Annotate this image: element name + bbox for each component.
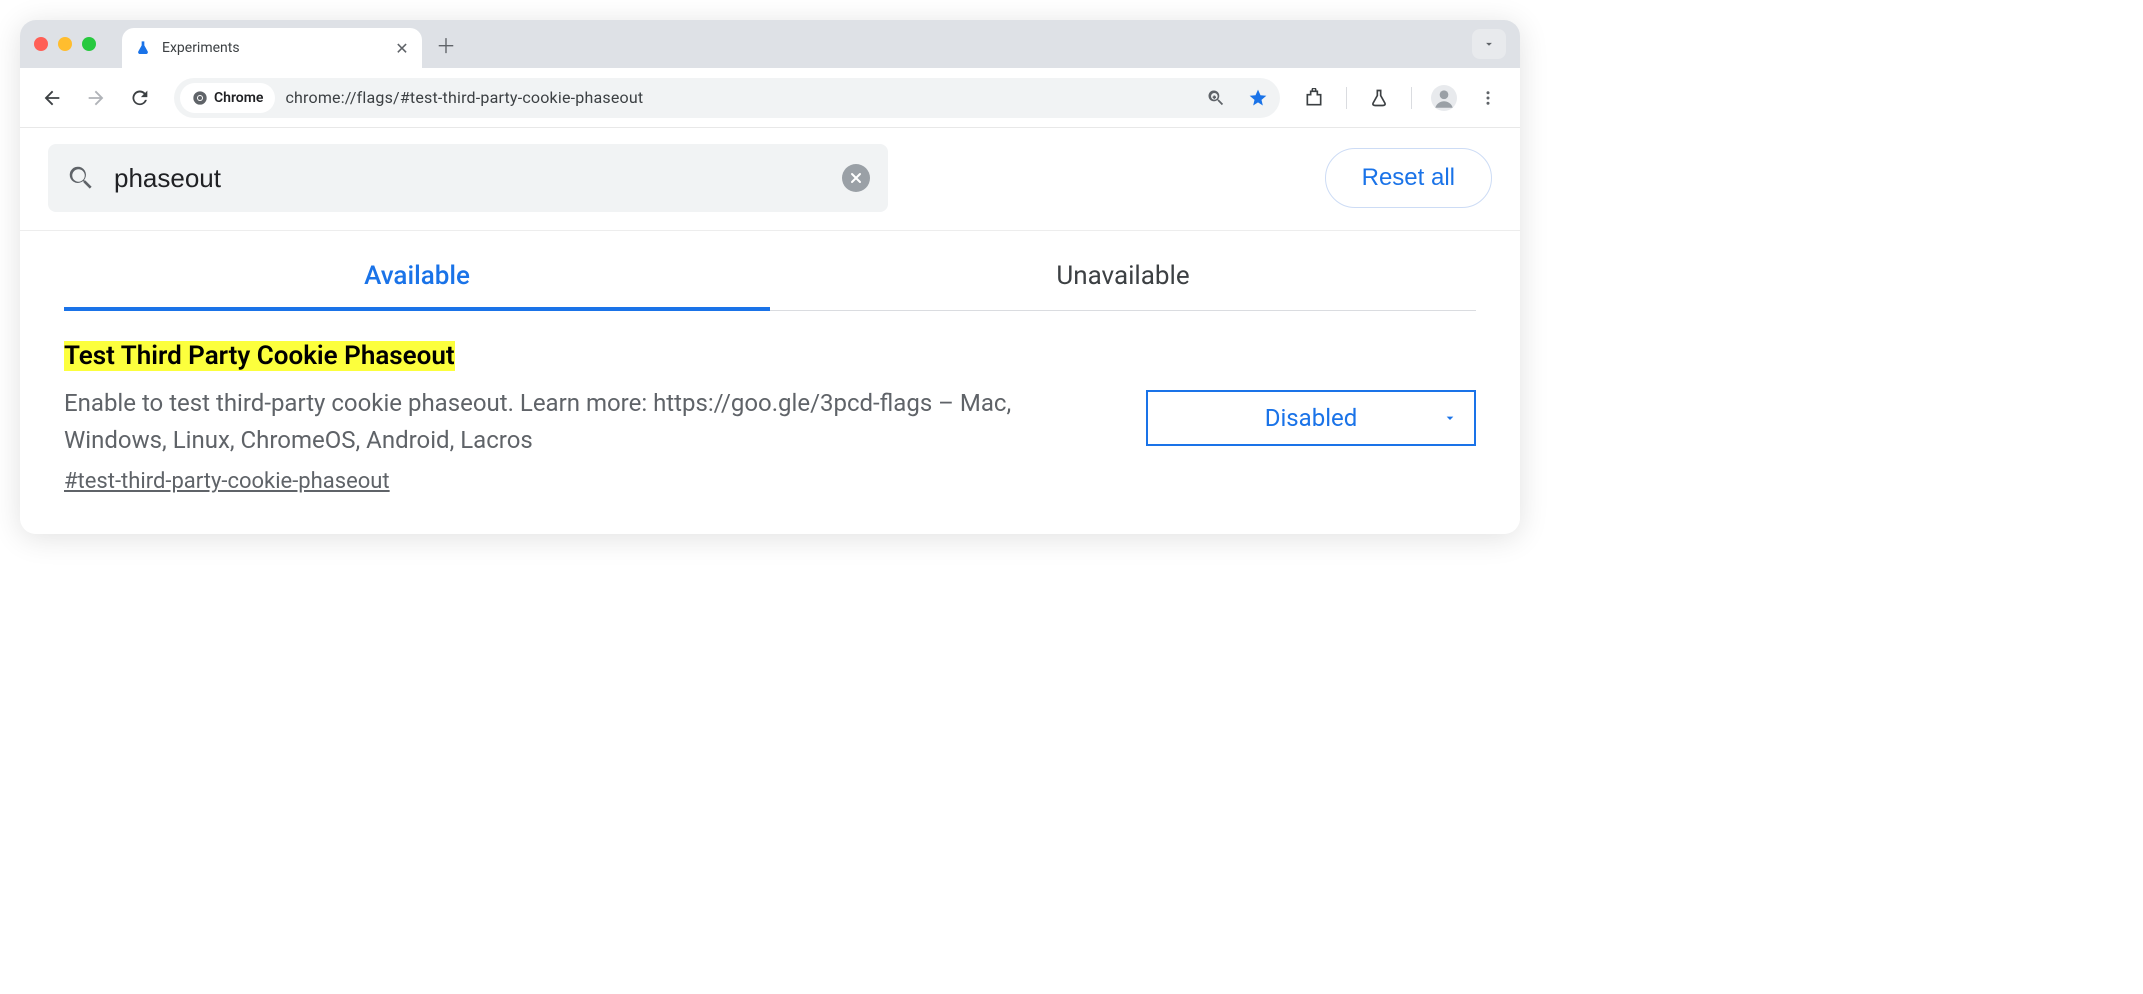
bookmark-button[interactable]	[1242, 82, 1274, 114]
flask-icon	[1369, 88, 1389, 108]
separator	[1411, 87, 1412, 109]
star-icon	[1248, 88, 1268, 108]
page-topbar: Reset all	[20, 128, 1520, 231]
url-text: chrome://flags/#test-third-party-cookie-…	[285, 88, 1190, 107]
separator	[1346, 87, 1347, 109]
tab-search-button[interactable]	[1472, 29, 1506, 59]
titlebar: Experiments ✕ ＋	[20, 20, 1520, 68]
zoom-in-icon	[1206, 88, 1226, 108]
window-controls	[34, 37, 96, 51]
flags-page: Reset all Available Unavailable Test Thi…	[20, 128, 1520, 534]
reset-all-button[interactable]: Reset all	[1325, 148, 1492, 208]
zoom-button[interactable]	[1200, 82, 1232, 114]
flag-state-select[interactable]: Disabled	[1146, 390, 1476, 446]
kebab-icon	[1479, 89, 1497, 107]
clear-search-button[interactable]	[842, 164, 870, 192]
search-box[interactable]	[48, 144, 888, 212]
chevron-down-icon	[1442, 410, 1458, 426]
content-tabs: Available Unavailable	[20, 231, 1520, 311]
flag-permalink[interactable]: #test-third-party-cookie-phaseout	[64, 469, 390, 494]
extensions-button[interactable]	[1296, 80, 1332, 116]
extensions-icon	[1304, 88, 1324, 108]
flag-item: Test Third Party Cookie Phaseout Enable …	[20, 311, 1520, 494]
minimize-window-button[interactable]	[58, 37, 72, 51]
maximize-window-button[interactable]	[82, 37, 96, 51]
profile-button[interactable]	[1426, 80, 1462, 116]
close-window-button[interactable]	[34, 37, 48, 51]
site-chip[interactable]: Chrome	[180, 83, 275, 113]
address-bar[interactable]: Chrome chrome://flags/#test-third-party-…	[174, 78, 1280, 118]
close-tab-button[interactable]: ✕	[394, 40, 410, 56]
profile-icon	[1431, 85, 1457, 111]
new-tab-button[interactable]: ＋	[430, 28, 462, 60]
reload-button[interactable]	[122, 80, 158, 116]
search-input[interactable]	[114, 163, 824, 194]
browser-tab[interactable]: Experiments ✕	[122, 28, 422, 68]
browser-window: Experiments ✕ ＋ Chrome chrome://flags/#t…	[20, 20, 1520, 534]
labs-button[interactable]	[1361, 80, 1397, 116]
chrome-icon	[192, 90, 208, 106]
close-icon	[848, 170, 864, 186]
flag-description: Enable to test third-party cookie phaseo…	[64, 385, 1084, 459]
flag-state-value: Disabled	[1265, 404, 1358, 432]
back-button[interactable]	[34, 80, 70, 116]
tab-available[interactable]: Available	[64, 261, 770, 311]
site-chip-label: Chrome	[214, 90, 263, 106]
forward-button[interactable]	[78, 80, 114, 116]
tab-title: Experiments	[162, 40, 384, 56]
tab-unavailable[interactable]: Unavailable	[770, 261, 1476, 311]
arrow-left-icon	[41, 87, 63, 109]
flask-icon	[134, 39, 152, 57]
browser-toolbar: Chrome chrome://flags/#test-third-party-…	[20, 68, 1520, 128]
arrow-right-icon	[85, 87, 107, 109]
search-icon	[66, 163, 96, 193]
flag-title: Test Third Party Cookie Phaseout	[64, 341, 455, 371]
menu-button[interactable]	[1470, 80, 1506, 116]
chevron-down-icon	[1482, 37, 1496, 51]
flag-details: Test Third Party Cookie Phaseout Enable …	[64, 341, 1106, 494]
reload-icon	[129, 87, 151, 109]
